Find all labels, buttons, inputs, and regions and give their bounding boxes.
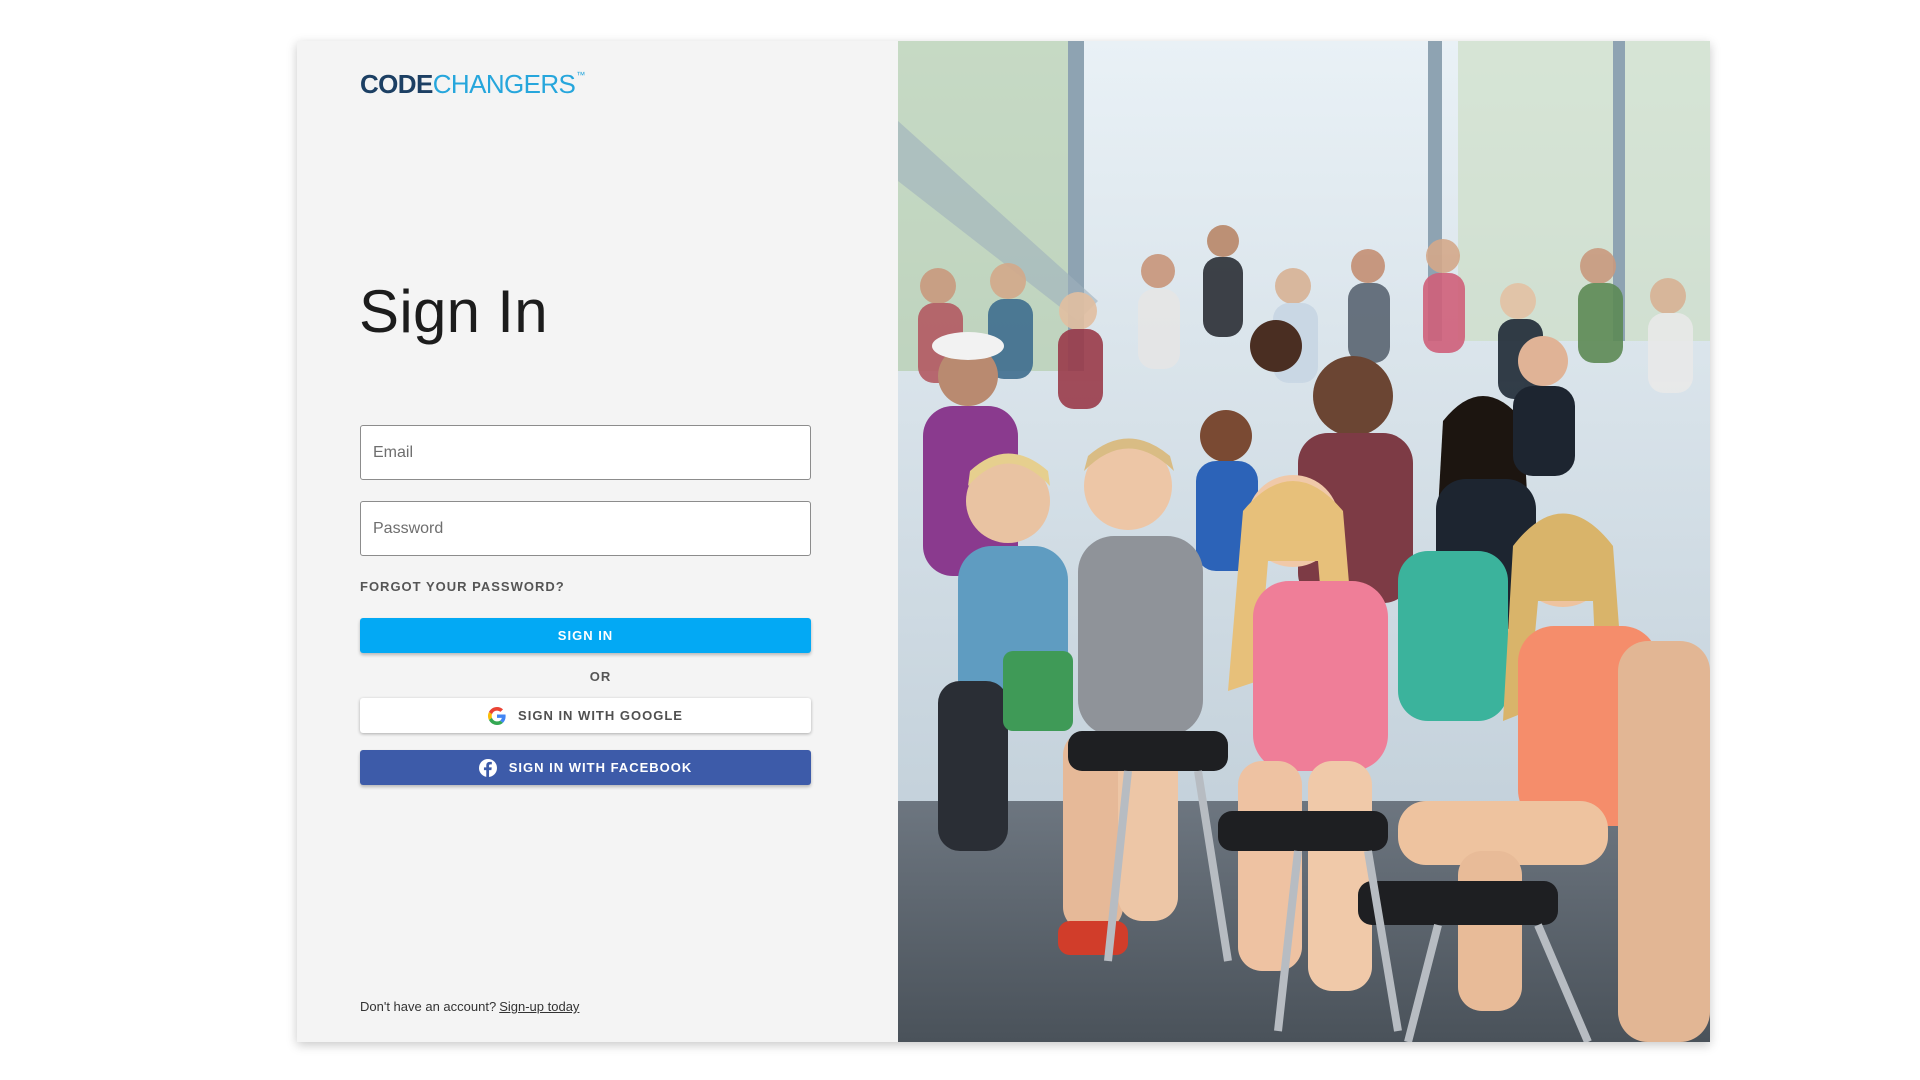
logo-code-text: CODE <box>360 69 433 99</box>
facebook-f-icon <box>478 758 497 777</box>
facebook-button-label: SIGN IN WITH FACEBOOK <box>508 760 693 775</box>
google-button-label: SIGN IN WITH GOOGLE <box>518 708 683 723</box>
sign-in-with-google-button[interactable]: SIGN IN WITH GOOGLE <box>360 698 811 733</box>
signup-prompt: Don't have an account? Sign-up today <box>360 999 579 1014</box>
password-field[interactable] <box>360 501 811 556</box>
sign-in-button-label: SIGN IN <box>557 628 614 643</box>
logo-trademark: ™ <box>576 70 585 80</box>
logo-changers-text: CHANGERS <box>432 69 576 99</box>
signup-prompt-text: Don't have an account? <box>360 999 497 1014</box>
or-divider: OR <box>589 669 612 684</box>
page-title: Sign In <box>359 278 548 345</box>
signin-panel: CODECHANGERS™ Sign In FORGOT YOUR PASSWO… <box>297 41 898 1042</box>
audience-photo-illustration <box>898 41 1710 1042</box>
codechangers-logo: CODECHANGERS™ <box>360 69 585 99</box>
hero-photo <box>898 41 1710 1042</box>
signup-link[interactable]: Sign-up today <box>499 999 579 1014</box>
sign-in-button[interactable]: SIGN IN <box>360 618 811 653</box>
sign-in-with-facebook-button[interactable]: SIGN IN WITH FACEBOOK <box>360 750 811 785</box>
signin-card: CODECHANGERS™ Sign In FORGOT YOUR PASSWO… <box>297 41 1710 1042</box>
forgot-password-link[interactable]: FORGOT YOUR PASSWORD? <box>360 579 565 594</box>
google-g-icon <box>488 706 506 725</box>
email-field[interactable] <box>360 425 811 480</box>
